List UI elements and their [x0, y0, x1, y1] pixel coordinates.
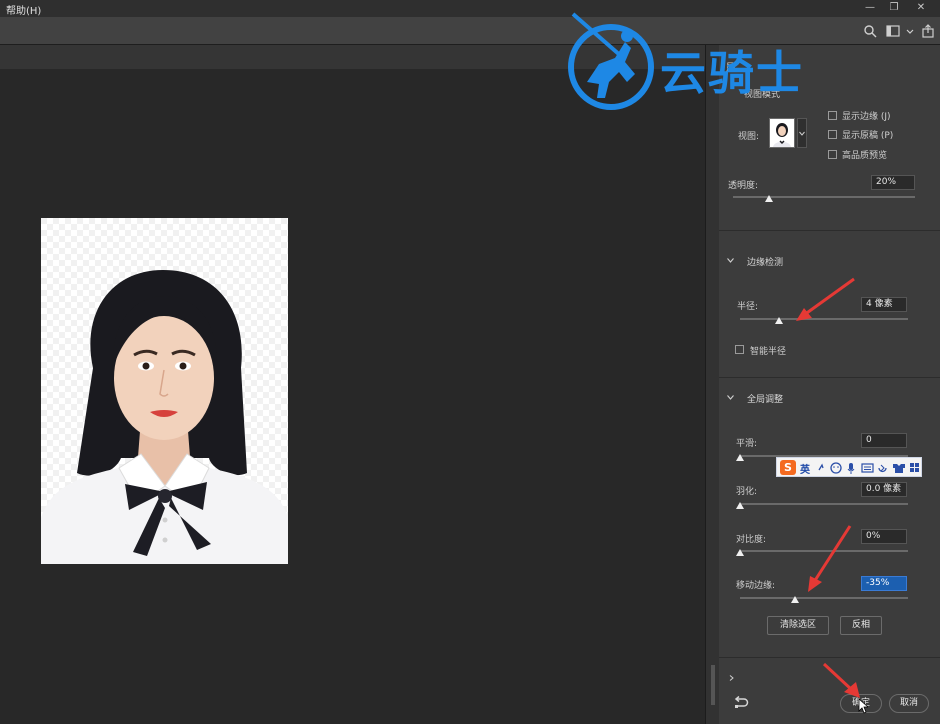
annotation-arrow-shift-edge [808, 525, 852, 592]
cancel-button[interactable]: 取消 [889, 694, 929, 713]
section-divider [719, 230, 940, 231]
shift-edge-slider-thumb[interactable] [791, 596, 799, 603]
opacity-label: 透明度: [728, 181, 759, 191]
scrollbar-track[interactable] [709, 665, 717, 705]
smart-radius-label: 智能半径 [750, 347, 787, 357]
knight-logo-icon [568, 12, 654, 110]
view-label: 视图: [738, 132, 760, 142]
contrast-label: 对比度: [736, 535, 767, 545]
chevron-down-icon [799, 131, 805, 136]
smooth-slider-thumb[interactable] [736, 454, 744, 461]
chevron-down-icon[interactable] [727, 258, 734, 263]
contrast-field[interactable]: 0% [861, 529, 907, 544]
radius-slider-thumb[interactable] [775, 317, 783, 324]
clear-selection-button[interactable]: 清除选区 [767, 616, 829, 635]
radius-label: 半径: [737, 302, 759, 312]
opacity-field[interactable]: 20% [871, 175, 915, 190]
annotation-arrow-radius [796, 277, 855, 321]
watermark-logo: 云骑士 [565, 12, 865, 112]
smooth-label: 平滑: [736, 439, 758, 449]
show-original-label: 显示原稿 (P) [842, 131, 894, 141]
chevron-right-icon[interactable] [729, 675, 735, 681]
reset-icon[interactable] [733, 696, 749, 710]
watermark-text: 云骑士 [660, 46, 804, 100]
opacity-slider[interactable] [733, 196, 915, 198]
ime-toolbar[interactable]: S 英 [776, 457, 922, 477]
select-and-mask-properties-panel: 属 视图模式 视图: 显示边缘 (J) 显示原稿 (P) 高品质预览 透明度: … [719, 45, 940, 724]
view-thumbnail[interactable] [769, 118, 795, 148]
portrait-photo[interactable] [41, 218, 288, 564]
opacity-slider-thumb[interactable] [765, 195, 774, 202]
ime-language-toggle[interactable]: 英 [800, 461, 810, 476]
workspace-icon[interactable] [886, 24, 900, 38]
mouse-cursor-icon [858, 698, 868, 714]
chevron-down-icon[interactable] [727, 395, 734, 400]
shift-edge-field[interactable]: -35% [861, 576, 907, 591]
portrait-thumbnail-icon [773, 123, 791, 147]
chevron-down-icon[interactable] [903, 24, 917, 38]
section-divider [719, 657, 940, 658]
feather-slider[interactable] [740, 503, 908, 505]
global-refinements-title[interactable]: 全局调整 [747, 392, 783, 405]
show-edges-checkbox[interactable] [828, 111, 837, 120]
search-icon[interactable] [863, 24, 877, 38]
restore-icon[interactable]: ❐ [886, 1, 902, 15]
shift-edge-label: 移动边缘: [736, 581, 776, 591]
smooth-field[interactable]: 0 [861, 433, 907, 448]
annotation-arrow-ok [822, 662, 860, 698]
high-quality-preview-checkbox[interactable] [828, 150, 837, 159]
contrast-slider-thumb[interactable] [736, 549, 744, 556]
share-icon[interactable] [921, 24, 935, 38]
close-icon[interactable]: ✕ [913, 1, 929, 15]
high-quality-preview-label: 高品质预览 [842, 151, 888, 161]
ime-logo-icon[interactable]: S [780, 460, 796, 475]
help-menu[interactable]: 帮助(H) [6, 2, 41, 17]
invert-button[interactable]: 反相 [840, 616, 882, 635]
portrait-image [41, 218, 288, 564]
feather-label: 羽化: [736, 487, 758, 497]
edge-detection-title[interactable]: 边缘检测 [747, 255, 783, 268]
show-original-checkbox[interactable] [828, 130, 837, 139]
panel-collapse-strip [705, 45, 719, 724]
smart-radius-checkbox[interactable] [735, 345, 744, 354]
section-divider [719, 377, 940, 378]
feather-slider-thumb[interactable] [736, 502, 744, 509]
shift-edge-slider[interactable] [740, 597, 908, 599]
view-dropdown[interactable] [797, 118, 807, 148]
radius-field[interactable]: 4 像素 [861, 297, 907, 312]
ime-tool-icons[interactable] [817, 461, 921, 475]
feather-field[interactable]: 0.0 像素 [861, 482, 907, 497]
